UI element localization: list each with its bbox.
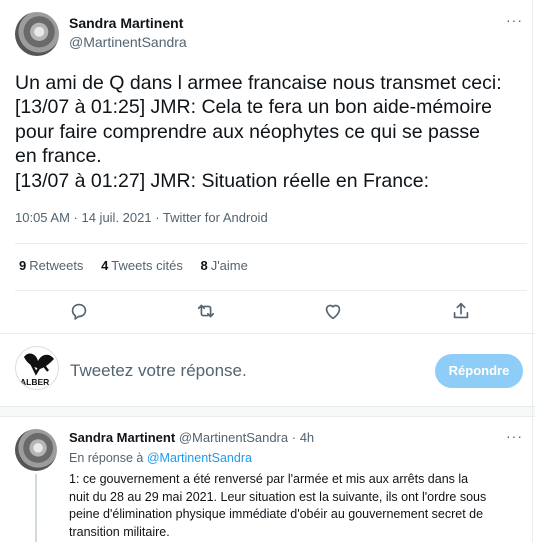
divider (15, 290, 527, 291)
likes-stat[interactable]: 8 J'aime (200, 258, 247, 273)
reply-text-line: 1: ce gouvernement a été renversé par l'… (69, 472, 469, 486)
in-reply-prefix: En réponse à (69, 451, 144, 465)
section-gap (0, 406, 535, 417)
quotes-stat[interactable]: 4 Tweets cités (101, 258, 183, 273)
tweet-text-line: [13/07 à 01:27] JMR: Situation réelle en… (15, 169, 430, 192)
reply-author-avatar[interactable] (15, 429, 57, 471)
retweet-icon[interactable] (195, 300, 217, 322)
retweets-label: Retweets (29, 258, 84, 273)
tweet-text-line: [13/07 à 01:25] JMR: Cela te fera un bon… (15, 96, 492, 119)
reply-input[interactable]: Tweetez votre réponse. (70, 361, 247, 381)
reply-text-line: nuit du 28 au 29 mai 2021. Leur situatio… (69, 489, 487, 504)
share-icon[interactable] (450, 300, 472, 322)
tweet-text-line: en france. (15, 145, 102, 168)
like-icon[interactable] (322, 300, 344, 322)
quotes-count: 4 (101, 258, 109, 273)
timeline-border (532, 0, 533, 542)
divider (15, 243, 527, 244)
tweet-stats: 9 Retweets 4 Tweets cités 8 J'aime (19, 258, 262, 273)
more-options-icon[interactable]: ··· (506, 429, 523, 443)
quotes-label: Tweets cités (111, 258, 183, 273)
author-handle[interactable]: @MartinentSandra (69, 34, 187, 50)
retweets-count: 9 (19, 258, 27, 273)
retweets-stat[interactable]: 9 Retweets (19, 258, 83, 273)
tweet-text-line: pour faire comprendre aux néophytes ce q… (15, 120, 481, 143)
thread-line (35, 474, 37, 542)
reply-author-name[interactable]: Sandra Martinent (69, 430, 175, 445)
author-avatar[interactable] (15, 12, 59, 56)
more-options-icon[interactable]: ··· (506, 13, 523, 27)
tweet-page: Sandra Martinent @MartinentSandra ··· Un… (0, 0, 535, 542)
reply-text-line: transition militaire. (69, 525, 170, 540)
tweet-text-line: Un ami de Q dans l armee francaise nous … (15, 72, 502, 94)
in-reply-handle-link[interactable]: @MartinentSandra (147, 451, 252, 465)
reply-author-handle[interactable]: @MartinentSandra (179, 430, 288, 445)
in-reply-to: En réponse à @MartinentSandra (69, 451, 252, 465)
divider (0, 333, 535, 334)
reply-button[interactable]: Répondre (435, 354, 523, 388)
likes-count: 8 (200, 258, 208, 273)
reply-text: 1: ce gouvernement a été renversé par l'… (69, 471, 519, 542)
reply-text-line: peine d'élimination physique immédiate d… (69, 507, 484, 522)
tweet-text: Un ami de Q dans l armee francaise nous … (15, 71, 530, 193)
user-avatar[interactable]: ALBER (15, 346, 59, 390)
reply-icon[interactable] (68, 300, 90, 322)
author-name[interactable]: Sandra Martinent (69, 15, 183, 31)
reply-time[interactable]: · 4h (292, 430, 314, 445)
avatar-logo-text: ALBER (20, 377, 49, 387)
reply-header: Sandra Martinent @MartinentSandra · 4h (69, 430, 314, 445)
tweet-timestamp[interactable]: 10:05 AM · 14 juil. 2021 · Twitter for A… (15, 210, 268, 225)
likes-label: J'aime (210, 258, 248, 273)
